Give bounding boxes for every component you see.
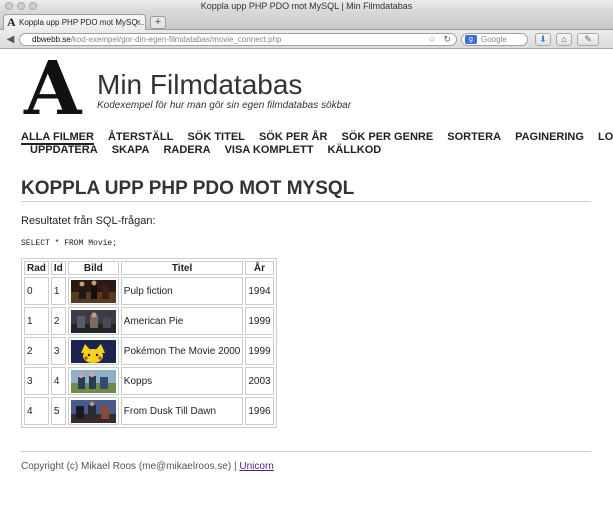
table-row: 0 1 Pulp fiction 1994: [24, 277, 274, 305]
cell-bild: [67, 307, 119, 335]
tab-label: Koppla upp PHP PDO mot MySQ...: [19, 18, 145, 27]
footer-link-unicorn[interactable]: Unicorn: [239, 461, 273, 472]
cell-id: 4: [50, 367, 66, 395]
menu-item-uppdatera[interactable]: UPPDATERA: [30, 144, 98, 156]
menu-item-kallkod[interactable]: KÄLLKOD: [327, 144, 381, 156]
kopps-thumb: [70, 369, 116, 393]
column-header-ar: År: [245, 261, 274, 275]
minimize-window-icon[interactable]: [17, 2, 25, 10]
column-header-rad: Rad: [24, 261, 49, 275]
site-title: Min Filmdatabas: [97, 69, 303, 100]
intro-text: Resultatet från SQL-frågan:: [21, 215, 156, 227]
tab-active[interactable]: A Koppla upp PHP PDO mot MySQ... ×: [3, 14, 146, 30]
pokemon-thumb: [70, 339, 116, 363]
cell-rad: 1: [24, 307, 49, 335]
site-slogan: Kodexempel för hur man gör sin egen film…: [97, 100, 352, 111]
column-header-id: Id: [50, 261, 66, 275]
cell-titel: Pokémon The Movie 2000: [120, 337, 244, 365]
new-tab-button[interactable]: +: [150, 16, 166, 29]
site-logo[interactable]: A: [24, 52, 81, 126]
table-row: 3 4 Kopps 2003: [24, 367, 274, 395]
heading-divider: [21, 201, 591, 202]
address-bar[interactable]: dbwebb.se/kod-exempel/gor-din-egen-filmd…: [19, 33, 457, 46]
search-input[interactable]: g Google: [461, 33, 528, 46]
cell-rad: 2: [24, 337, 49, 365]
menu-item-login[interactable]: LOGIN: [598, 131, 613, 143]
cell-rad: 4: [24, 397, 49, 425]
menu-item-paginering[interactable]: PAGINERING: [515, 131, 584, 143]
menu-row-2: UPPDATERA SKAPA RADERA VISA KOMPLETT KÄL…: [21, 144, 591, 156]
cell-rad: 3: [24, 367, 49, 395]
cell-titel: American Pie: [120, 307, 244, 335]
cell-bild: [67, 277, 119, 305]
table-header-row: Rad Id Bild Titel År: [24, 261, 274, 275]
sql-query: SELECT * FROM Movie;: [21, 239, 118, 248]
american-pie-thumb: [70, 309, 116, 333]
menu-item-radera[interactable]: RADERA: [163, 144, 210, 156]
main-menu: ALLA FILMER ÅTERSTÄLL SÖK TITEL SÖK PER …: [21, 131, 613, 157]
tab-close-icon[interactable]: ×: [136, 15, 141, 30]
reload-icon[interactable]: ↻: [443, 34, 451, 45]
menu-item-sok-per-ar[interactable]: SÖK PER ÅR: [259, 131, 327, 143]
tools-icon[interactable]: ✎: [577, 33, 599, 46]
footer: Copyright (c) Mikael Roos (me@mikaelroos…: [21, 461, 274, 472]
table-row: 1 2 American Pie 1999: [24, 307, 274, 335]
menu-row-1: ALLA FILMER ÅTERSTÄLL SÖK TITEL SÖK PER …: [21, 131, 613, 145]
page-heading: KOPPLA UPP PHP PDO MOT MYSQL: [21, 178, 355, 199]
from-dusk-thumb: [70, 399, 116, 423]
cell-id: 3: [50, 337, 66, 365]
search-placeholder: Google: [481, 35, 507, 44]
url-domain: dbwebb.se: [32, 35, 71, 44]
navigation-toolbar: ◀ dbwebb.se/kod-exempel/gor-din-egen-fil…: [0, 30, 613, 49]
cell-ar: 1996: [245, 397, 274, 425]
column-header-titel: Titel: [120, 261, 244, 275]
cell-bild: [67, 337, 119, 365]
close-window-icon[interactable]: [5, 2, 13, 10]
cell-id: 1: [50, 277, 66, 305]
footer-divider: [21, 451, 591, 452]
menu-item-alla-filmer[interactable]: ALLA FILMER: [21, 131, 94, 145]
url-path: /kod-exempel/gor-din-egen-filmdatabas/mo…: [70, 35, 282, 44]
cell-rad: 0: [24, 277, 49, 305]
cell-titel: Kopps: [120, 367, 244, 395]
download-icon[interactable]: ⬇: [535, 33, 551, 46]
zoom-window-icon[interactable]: [29, 2, 37, 10]
table-row: 2 3 Pokémon The Movie 2000 1999: [24, 337, 274, 365]
cell-id: 2: [50, 307, 66, 335]
menu-item-sok-titel[interactable]: SÖK TITEL: [187, 131, 244, 143]
window-controls: [5, 2, 37, 10]
search-engine-icon[interactable]: g: [465, 35, 477, 44]
cell-id: 5: [50, 397, 66, 425]
bookmark-star-icon[interactable]: ☆: [428, 34, 436, 45]
menu-item-aterstall[interactable]: ÅTERSTÄLL: [108, 131, 173, 143]
home-icon[interactable]: ⌂: [556, 33, 572, 46]
cell-bild: [67, 397, 119, 425]
cell-titel: Pulp fiction: [120, 277, 244, 305]
web-page: A Min Filmdatabas Kodexempel för hur man…: [0, 50, 613, 510]
table-row: 4 5 From Dusk Till Dawn 1996: [24, 397, 274, 425]
footer-copyright: Copyright (c) Mikael Roos (me@mikaelroos…: [21, 461, 237, 472]
cell-bild: [67, 367, 119, 395]
favicon-icon: A: [7, 15, 16, 29]
movie-table: Rad Id Bild Titel År 0 1 Pulp fiction 19…: [21, 258, 277, 428]
cell-titel: From Dusk Till Dawn: [120, 397, 244, 425]
cell-ar: 1999: [245, 307, 274, 335]
window-titlebar: Koppla upp PHP PDO mot MySQL | Min Filmd…: [0, 0, 613, 13]
column-header-bild: Bild: [67, 261, 119, 275]
cell-ar: 1999: [245, 337, 274, 365]
window-title: Koppla upp PHP PDO mot MySQL | Min Filmd…: [200, 1, 413, 11]
menu-item-sok-per-genre[interactable]: SÖK PER GENRE: [341, 131, 433, 143]
menu-item-visa-komplett[interactable]: VISA KOMPLETT: [225, 144, 314, 156]
menu-item-skapa[interactable]: SKAPA: [112, 144, 150, 156]
cell-ar: 2003: [245, 367, 274, 395]
pulp-fiction-thumb: [70, 279, 116, 303]
tab-strip: A Koppla upp PHP PDO mot MySQ... × +: [0, 13, 613, 30]
cell-ar: 1994: [245, 277, 274, 305]
back-button[interactable]: ◀: [4, 33, 17, 46]
menu-item-sortera[interactable]: SORTERA: [447, 131, 501, 143]
